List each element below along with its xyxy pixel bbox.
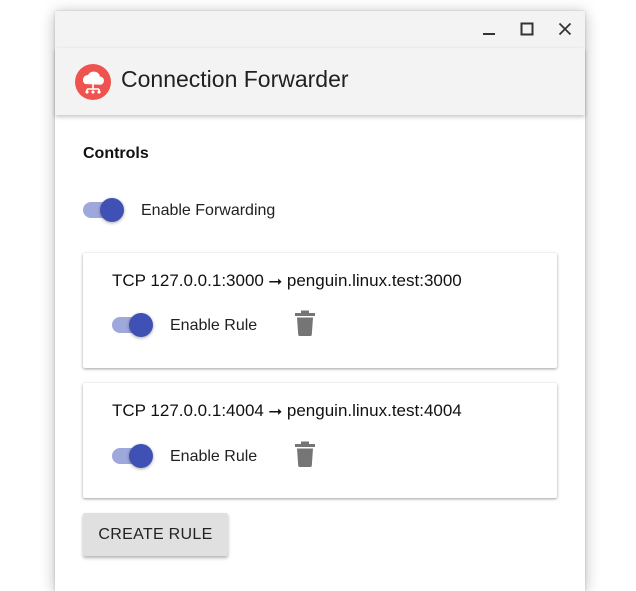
controls-heading: Controls: [83, 145, 149, 162]
maximize-icon: [520, 22, 534, 36]
maximize-button[interactable]: [515, 17, 539, 41]
trash-icon[interactable]: [294, 441, 316, 467]
create-rule-button[interactable]: CREATE RULE: [83, 513, 228, 556]
app-title: Connection Forwarder: [121, 66, 349, 92]
rule-description: TCP 127.0.0.1:4004 ⭢ penguin.linux.test:…: [112, 401, 462, 420]
minimize-icon: [483, 33, 495, 35]
enable-rule-toggle[interactable]: [112, 444, 154, 468]
trash-icon[interactable]: [294, 310, 316, 336]
main-content: Controls Enable Forwarding TCP 127.0.0.1…: [55, 115, 585, 591]
rule-card: TCP 127.0.0.1:4004 ⭢ penguin.linux.test:…: [83, 383, 557, 498]
toggle-thumb: [129, 444, 153, 468]
enable-forwarding-label: Enable Forwarding: [141, 202, 276, 219]
enable-forwarding-toggle[interactable]: [83, 198, 125, 222]
minimize-button[interactable]: [477, 17, 501, 41]
app-window: Connection Forwarder Controls Enable For…: [55, 11, 585, 591]
close-icon: [558, 22, 572, 36]
rule-card: TCP 127.0.0.1:3000 ⭢ penguin.linux.test:…: [83, 253, 557, 368]
enable-rule-label: Enable Rule: [170, 448, 258, 465]
app-header: Connection Forwarder: [55, 48, 585, 115]
toggle-thumb: [129, 313, 153, 337]
title-bar: [55, 11, 585, 48]
close-button[interactable]: [553, 17, 577, 41]
enable-rule-label: Enable Rule: [170, 317, 258, 334]
toggle-thumb: [100, 198, 124, 222]
cloud-network-icon: [75, 64, 111, 100]
enable-rule-toggle[interactable]: [112, 313, 154, 337]
rule-description: TCP 127.0.0.1:3000 ⭢ penguin.linux.test:…: [112, 271, 462, 290]
